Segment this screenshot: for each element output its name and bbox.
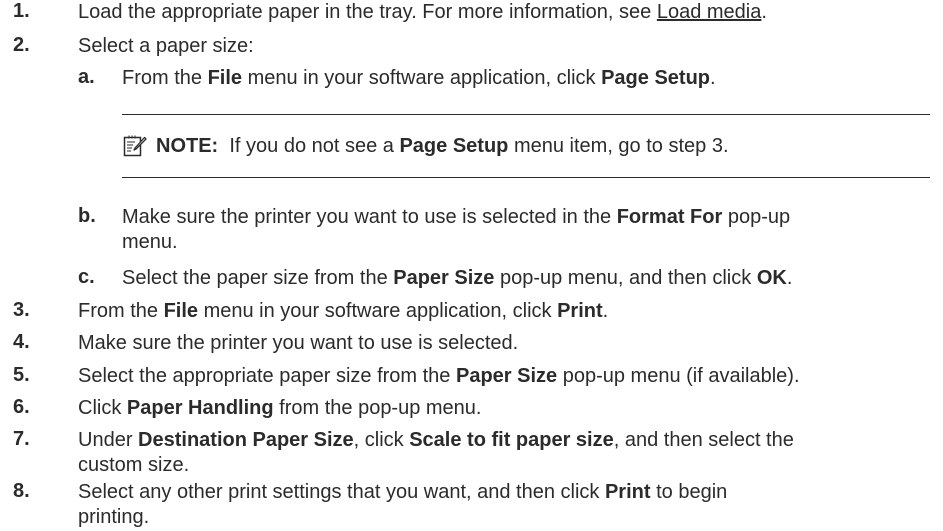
text-run: From the <box>78 300 164 322</box>
text-run: Select the appropriate paper size from t… <box>78 365 456 387</box>
note-body: If you do not see a Page Setup menu item… <box>229 135 728 157</box>
substep-letter: a. <box>78 66 95 88</box>
text-run: menu in your software application, click <box>198 300 558 322</box>
bold-term: Paper Size <box>456 365 558 387</box>
text-run: , click <box>353 429 410 451</box>
step-text: Under Destination Paper Size, click Scal… <box>78 428 933 478</box>
text-run: Select any other print settings that you… <box>78 481 605 503</box>
text-run: . <box>602 300 609 322</box>
note-label: NOTE: <box>156 135 219 157</box>
bold-term: File <box>163 300 199 322</box>
bold-term: Page Setup <box>399 135 509 157</box>
text-run: Make sure the printer you want to use is… <box>78 332 519 354</box>
note-bottom-rule <box>122 177 930 178</box>
step-text: Load the appropriate paper in the tray. … <box>78 0 933 25</box>
step-number: 7. <box>13 428 30 450</box>
text-run: menu. <box>122 231 178 253</box>
step-number: 5. <box>13 364 30 386</box>
bold-term: Destination Paper Size <box>138 429 354 451</box>
bold-term: File <box>207 67 243 89</box>
step-text: Make sure the printer you want to use is… <box>78 331 933 356</box>
note-top-rule <box>122 114 930 115</box>
step-text: From the File menu in your software appl… <box>78 299 933 324</box>
bold-term: Paper Size <box>393 267 495 289</box>
substep-letter: c. <box>78 266 95 288</box>
bold-term: Scale to fit paper size <box>409 429 614 451</box>
procedure-document: 1. Load the appropriate paper in the tra… <box>0 0 943 531</box>
step-text: Select any other print settings that you… <box>78 480 933 530</box>
step-text: Click Paper Handling from the pop-up men… <box>78 396 933 421</box>
step-number: 4. <box>13 331 30 353</box>
text-run: from the pop-up menu. <box>273 397 482 419</box>
step-text: Select a paper size: <box>78 34 933 59</box>
text-run: Select a paper size: <box>78 35 254 57</box>
bold-term: OK <box>756 267 787 289</box>
note-pencil-icon <box>123 135 147 157</box>
text-run: . <box>761 1 767 23</box>
note-box: NOTE: If you do not see a Page Setup men… <box>122 114 930 189</box>
load-media-link[interactable]: Load media <box>657 1 762 23</box>
text-run: printing. <box>78 506 150 528</box>
text-run: . <box>710 67 716 89</box>
substep-text: Make sure the printer you want to use is… <box>122 205 933 255</box>
bold-term: Print <box>604 481 651 503</box>
text-run: Under <box>78 429 139 451</box>
step-text: Select the appropriate paper size from t… <box>78 364 933 389</box>
step-number: 6. <box>13 396 30 418</box>
text-run: pop-up <box>722 206 791 228</box>
text-run: . <box>786 267 793 289</box>
step-number: 1. <box>13 0 30 22</box>
text-run: menu in your software application, click <box>242 67 602 89</box>
bold-term: Paper Handling <box>126 397 274 419</box>
step-number: 2. <box>13 34 30 56</box>
text-run: Make sure the printer you want to use is… <box>122 206 617 228</box>
bold-term: Page Setup <box>601 67 711 89</box>
bold-term: Print <box>557 300 603 322</box>
text-run: pop-up menu (if available). <box>557 365 800 387</box>
text-run: Load the appropriate paper in the tray. … <box>78 1 657 23</box>
substep-text: From the File menu in your software appl… <box>122 66 933 91</box>
step-number: 3. <box>13 299 30 321</box>
text-run: to begin <box>650 481 728 503</box>
text-run: Click <box>78 397 127 419</box>
text-run: , and then select the <box>613 429 794 451</box>
text-run: custom size. <box>78 454 190 476</box>
text-run: menu item, go to step 3. <box>508 135 729 157</box>
substep-text: Select the paper size from the Paper Siz… <box>122 266 933 291</box>
note-text: NOTE: If you do not see a Page Setup men… <box>156 134 729 159</box>
text-run: If you do not see a <box>229 135 400 157</box>
bold-term: Format For <box>616 206 723 228</box>
step-number: 8. <box>13 480 30 502</box>
text-run: From the <box>122 67 208 89</box>
text-run: Select the paper size from the <box>122 267 394 289</box>
text-run: pop-up menu, and then click <box>494 267 757 289</box>
substep-letter: b. <box>78 205 96 227</box>
